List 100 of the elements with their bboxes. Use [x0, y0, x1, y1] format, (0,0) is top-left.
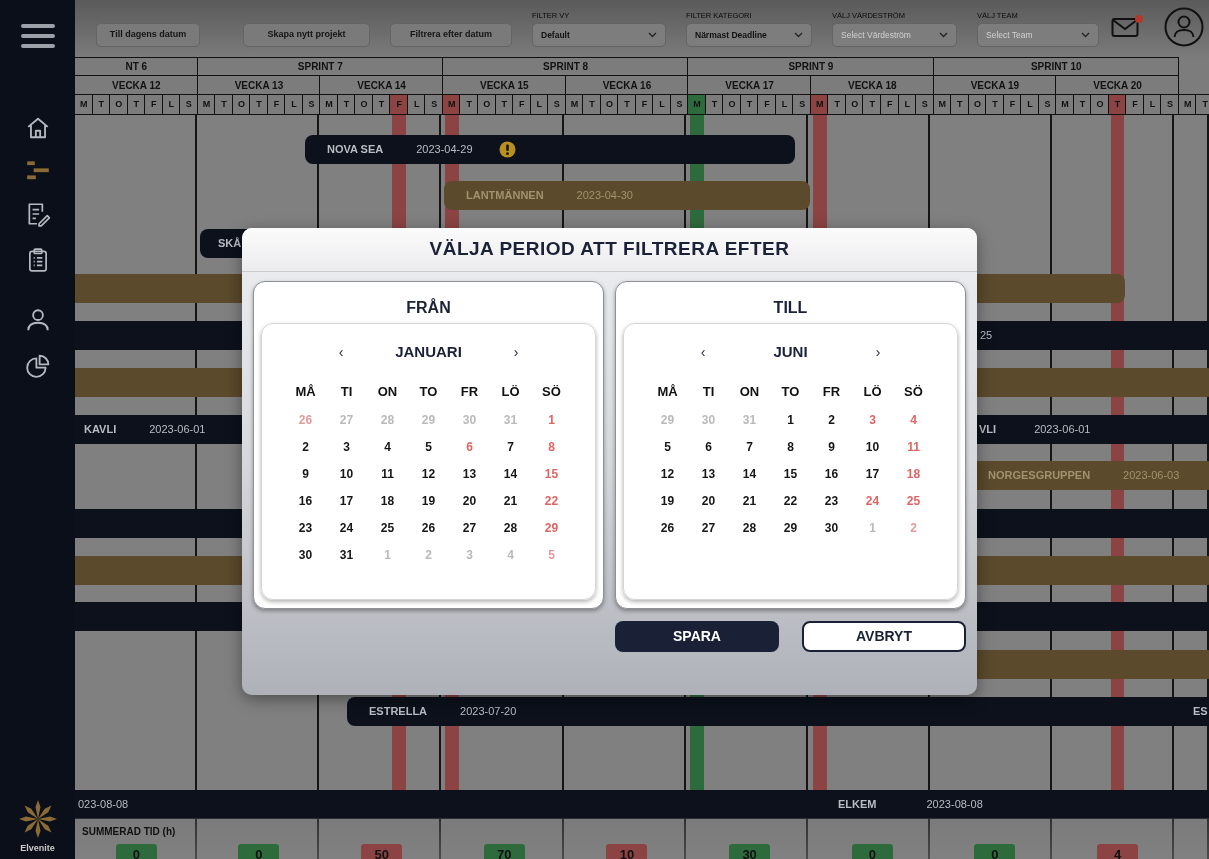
- day-cell: S: [916, 94, 934, 115]
- calendar-day[interactable]: 1: [770, 407, 811, 434]
- weekday-label: ON: [376, 383, 399, 401]
- panel-heading: FRÅN: [405, 297, 452, 318]
- calendar-day[interactable]: 25: [893, 488, 934, 515]
- total-hours-badge: 4: [1097, 844, 1139, 859]
- calendar-day[interactable]: 17: [326, 488, 367, 515]
- calendar-day[interactable]: 6: [688, 434, 729, 461]
- calendar-day[interactable]: 12: [408, 461, 449, 488]
- calendar-day[interactable]: 26: [408, 515, 449, 542]
- day-cell: O: [600, 94, 619, 115]
- calendar-day[interactable]: 16: [811, 461, 852, 488]
- calendar-day[interactable]: 4: [367, 434, 408, 461]
- calendar-day[interactable]: 21: [490, 488, 531, 515]
- calendar-day[interactable]: 30: [285, 542, 326, 569]
- calendar-day[interactable]: 5: [408, 434, 449, 461]
- day-cell: S: [1038, 94, 1057, 115]
- calendar-day[interactable]: 16: [285, 488, 326, 515]
- calendar-day[interactable]: 29: [770, 515, 811, 542]
- pie-chart-icon[interactable]: [24, 353, 51, 379]
- calendar-day[interactable]: 7: [729, 434, 770, 461]
- mail-icon[interactable]: [1111, 15, 1141, 38]
- total-hours-badge: 30: [729, 844, 771, 859]
- next-month-button[interactable]: ›: [506, 341, 526, 363]
- week-header: VECKA 12: [75, 76, 198, 94]
- calendar-day[interactable]: 29: [531, 515, 572, 542]
- day-cell: T: [863, 94, 881, 115]
- week-header: VECKA 13: [197, 76, 321, 94]
- calendar-day[interactable]: 14: [490, 461, 531, 488]
- dropdown-value: Default: [541, 28, 570, 42]
- day-cell: F: [1003, 94, 1022, 115]
- calendar-day[interactable]: 22: [770, 488, 811, 515]
- calendar-day[interactable]: 20: [449, 488, 490, 515]
- calendar-day[interactable]: 13: [449, 461, 490, 488]
- project-bar[interactable]: [305, 135, 795, 164]
- calendar-day[interactable]: 3: [852, 407, 893, 434]
- filter-dropdown[interactable]: Närmast Deadline: [686, 23, 812, 47]
- calendar-day[interactable]: 18: [367, 488, 408, 515]
- user-avatar-icon[interactable]: [1164, 6, 1204, 47]
- calendar-day[interactable]: 2: [811, 407, 852, 434]
- day-cell: L: [285, 94, 303, 115]
- calendar-day[interactable]: 28: [729, 515, 770, 542]
- week-header: VECKA 20: [1056, 76, 1179, 94]
- day-cell: T: [740, 94, 759, 115]
- calendar-day[interactable]: 7: [490, 434, 531, 461]
- day-cell: T: [215, 94, 233, 115]
- calendar-day[interactable]: 19: [647, 488, 688, 515]
- calendar-day[interactable]: 8: [770, 434, 811, 461]
- calendar-day[interactable]: 23: [285, 515, 326, 542]
- project-name: ELKEM: [838, 797, 877, 813]
- calendar-day[interactable]: 27: [449, 515, 490, 542]
- day-cell: O: [110, 94, 128, 115]
- calendar-day[interactable]: 13: [688, 461, 729, 488]
- save-button[interactable]: SPARA: [615, 621, 779, 652]
- calendar-day[interactable]: 25: [367, 515, 408, 542]
- toolbar-button[interactable]: Skapa nytt projekt: [243, 23, 370, 47]
- calendar-day[interactable]: 2: [285, 434, 326, 461]
- calendar-day[interactable]: 12: [647, 461, 688, 488]
- toolbar-button[interactable]: Till dagens datum: [96, 23, 200, 47]
- calendar-day[interactable]: 19: [408, 488, 449, 515]
- calendar-day[interactable]: 20: [688, 488, 729, 515]
- next-month-button[interactable]: ›: [868, 341, 888, 363]
- toolbar-button[interactable]: Filtrera efter datum: [390, 23, 512, 47]
- calendar-day[interactable]: 9: [811, 434, 852, 461]
- calendar-day[interactable]: 23: [811, 488, 852, 515]
- calendar-day[interactable]: 31: [326, 542, 367, 569]
- calendar-day[interactable]: 10: [326, 461, 367, 488]
- day-cell: M: [565, 94, 584, 115]
- cancel-button[interactable]: AVBRYT: [802, 621, 966, 652]
- calendar-day[interactable]: 10: [852, 434, 893, 461]
- sprint-header: SPRINT 8: [442, 57, 689, 76]
- filter-dropdown[interactable]: Default: [532, 23, 666, 47]
- calendar-day[interactable]: 27: [688, 515, 729, 542]
- previous-month-button[interactable]: ‹: [693, 341, 713, 363]
- calendar-day[interactable]: 15: [770, 461, 811, 488]
- day-cell: L: [530, 94, 549, 115]
- calendar-day[interactable]: 3: [326, 434, 367, 461]
- day-cell: S: [1161, 94, 1179, 115]
- calendar-day[interactable]: 9: [285, 461, 326, 488]
- calendar-day[interactable]: 14: [729, 461, 770, 488]
- calendar-day[interactable]: 30: [811, 515, 852, 542]
- menu-icon[interactable]: [18, 23, 57, 49]
- project-date: 25: [980, 328, 993, 344]
- user-icon[interactable]: [24, 307, 51, 333]
- day-cell: T: [1073, 94, 1092, 115]
- previous-month-button[interactable]: ‹: [331, 341, 351, 363]
- project-date: 2023-04-29: [416, 142, 473, 158]
- week-header: VECKA 19: [933, 76, 1057, 94]
- calendar-day[interactable]: 5: [647, 434, 688, 461]
- calendar-day[interactable]: 24: [326, 515, 367, 542]
- sprint-header: SPRINT 7: [197, 57, 443, 76]
- project-name: ESTRELLA: [369, 704, 428, 720]
- calendar-day[interactable]: 17: [852, 461, 893, 488]
- day-cell: M: [688, 94, 706, 115]
- day-cell: T: [460, 94, 478, 115]
- calendar-day[interactable]: 26: [647, 515, 688, 542]
- calendar-day[interactable]: 21: [729, 488, 770, 515]
- calendar-day[interactable]: 28: [490, 515, 531, 542]
- weekday-label: LÖ: [862, 383, 883, 401]
- calendar-day[interactable]: 11: [367, 461, 408, 488]
